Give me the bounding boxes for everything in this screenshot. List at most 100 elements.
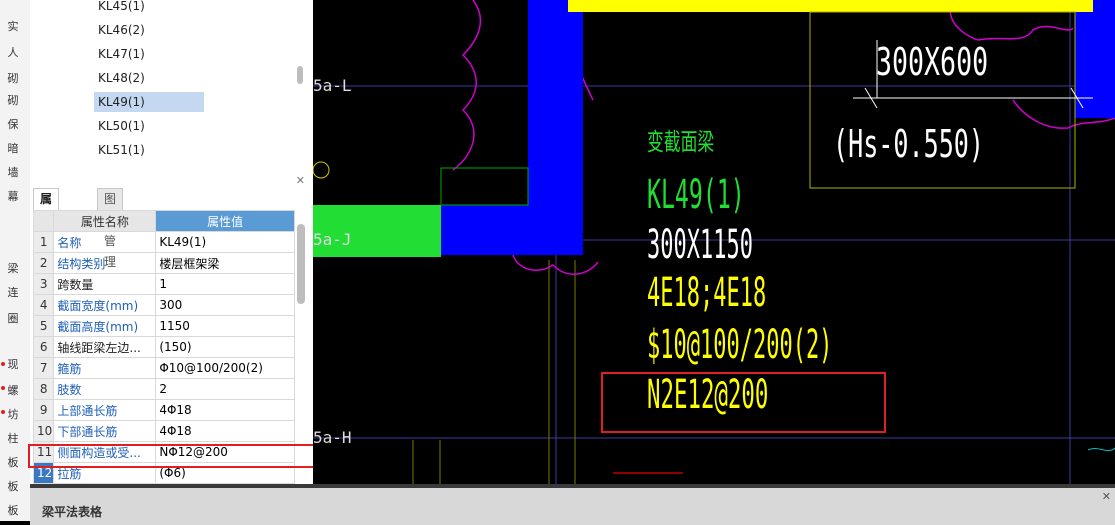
property-row-num: 1 [32,231,55,253]
left-strip-label[interactable]: 幕 [6,188,20,204]
property-value[interactable]: 1150 [155,315,295,337]
left-strip-label[interactable]: 实 [6,18,20,34]
axis-label-5a-h: 5a-H [313,428,352,447]
property-row-num: 6 [32,336,55,358]
left-tool-strip: 实人砌砌保暗墙幕梁连圈现螺坊柱板板板 [0,0,31,521]
property-scrollbar[interactable] [297,224,305,304]
property-value[interactable]: 楼层框架梁 [155,252,295,274]
cad-text-variable-section: 变截面梁 [647,128,715,156]
tab-layer-manager[interactable]: 图层管理 [97,188,124,269]
left-strip-label[interactable]: 柱 [6,430,20,446]
red-indicator-dot [1,410,5,414]
property-row[interactable]: 4 截面宽度(mm) 300 [32,294,295,316]
property-value[interactable]: 2 [155,378,295,400]
tree-item[interactable]: KL48(2) [94,68,149,88]
property-table: 属性名称 属性值 1 名称 KL49(1) 2 结构类别 楼层框架梁 3 跨数量 1 4 截面宽度(… [32,210,295,484]
beam-table-title: 梁平法表格 [42,505,103,519]
left-strip-label[interactable]: 人 [6,44,20,60]
property-name: 跨数量 [53,273,157,295]
property-row[interactable]: 5 截面高度(mm) 1150 [32,315,295,337]
cad-text-beam-name: KL49(1) [647,172,745,218]
property-name: 截面宽度(mm) [53,294,157,316]
left-strip-label[interactable]: 现 [6,356,20,372]
close-icon[interactable]: ✕ [296,174,305,187]
property-row-num: 8 [32,378,55,400]
property-header-row: 属性名称 属性值 [32,210,295,232]
tree-item[interactable]: KL50(1) [94,116,149,136]
cad-text-elevation: (Hs-0.550) [833,122,984,166]
axis-label-5a-l: 5a-L [313,76,352,95]
property-name: 名称 [53,231,157,253]
cad-text-size-top: 300X600 [876,40,989,84]
property-panel: ✕ 属性列表 图层管理 属性名称 属性值 1名称KL49(1)2结构类别楼层框架… [30,170,314,521]
property-row[interactable]: 2 结构类别 楼层框架梁 [32,252,295,274]
property-row[interactable]: 10 下部通长筋 4Φ18 [32,420,295,442]
property-value[interactable]: Φ10@100/200(2) [155,357,295,379]
highlight-box-side-rebar-row [28,444,325,468]
property-row-num: 10 [32,420,55,442]
left-strip-label[interactable]: 砌 [6,70,20,86]
property-name: 轴线距梁左边... [53,336,157,358]
tree-item[interactable]: KL49(1) [94,92,204,112]
property-name: 下部通长筋 [53,420,157,442]
left-strip-label[interactable]: 保 [6,116,20,132]
property-row-num: 5 [32,315,55,337]
property-name: 箍筋 [53,357,157,379]
cad-canvas[interactable]: 5a-L 5a-J 5a-H 300X600 (Hs-0.550) 变截面梁 K… [313,0,1115,484]
highlight-box-side-rebar-text [601,372,886,433]
yellow-bar [568,0,1093,12]
property-row-num: 7 [32,357,55,379]
axis-label-5a-j: 5a-J [313,230,352,249]
left-strip-label[interactable]: 砌 [6,92,20,108]
cad-text-long-rebar: 4E18;4E18 [647,270,767,316]
left-strip-label[interactable]: 墙 [6,164,20,180]
header-num [32,210,55,232]
property-row[interactable]: 1 名称 KL49(1) [32,231,295,253]
left-strip-label[interactable]: 坊 [6,406,20,422]
header-name: 属性名称 [53,210,157,232]
property-row[interactable]: 6 轴线距梁左边... (150) [32,336,295,358]
property-value[interactable]: 4Φ18 [155,420,295,442]
property-row-num: 2 [32,252,55,274]
property-row[interactable]: 8 肢数 2 [32,378,295,400]
tree-item[interactable]: KL46(2) [94,20,149,40]
left-strip-label[interactable]: 连 [6,284,20,300]
close-icon[interactable]: ✕ [1102,490,1111,503]
cad-text-stirrup: $10@100/200(2) [647,322,833,368]
beam-table-panel: 梁平法表格 ✕ [30,484,1115,525]
property-name: 肢数 [53,378,157,400]
red-indicator-dot [1,362,5,366]
property-row-num: 4 [32,294,55,316]
left-strip-label[interactable]: 板 [6,478,20,494]
tree-item[interactable]: KL45(1) [94,0,149,16]
left-strip-label[interactable]: 暗 [6,140,20,156]
tree-item[interactable]: KL47(1) [94,44,149,64]
left-strip-label[interactable]: 板 [6,502,20,518]
blue-column-right [1075,0,1115,118]
property-value[interactable]: 4Φ18 [155,399,295,421]
property-row[interactable]: 7 箍筋 Φ10@100/200(2) [32,357,295,379]
property-row[interactable]: 3 跨数量 1 [32,273,295,295]
left-strip-label[interactable]: 梁 [6,260,20,276]
component-tree: KL45(1) KL46(2) KL47(1) KL48(2) KL49(1) KL50(… [30,0,314,170]
property-row[interactable]: 9 上部通长筋 4Φ18 [32,399,295,421]
tab-property-list[interactable]: 属性列表 [33,188,60,269]
header-value: 属性值 [155,210,295,232]
property-value[interactable]: KL49(1) [155,231,295,253]
left-strip-label[interactable]: 螺 [6,382,20,398]
property-name: 截面高度(mm) [53,315,157,337]
property-value[interactable]: 300 [155,294,295,316]
tree-scrollbar[interactable] [297,66,303,84]
property-row-num: 3 [32,273,55,295]
tree-item[interactable]: KL51(1) [94,140,149,160]
property-row-num: 9 [32,399,55,421]
blue-beam-shape [441,0,583,255]
property-value[interactable]: (150) [155,336,295,358]
left-strip-label[interactable]: 圈 [6,310,20,326]
cad-text-beam-size: 300X1150 [647,222,753,268]
property-value[interactable]: 1 [155,273,295,295]
left-strip-label[interactable]: 板 [6,454,20,470]
property-name: 上部通长筋 [53,399,157,421]
property-name: 结构类别 [53,252,157,274]
red-indicator-dot [1,386,5,390]
